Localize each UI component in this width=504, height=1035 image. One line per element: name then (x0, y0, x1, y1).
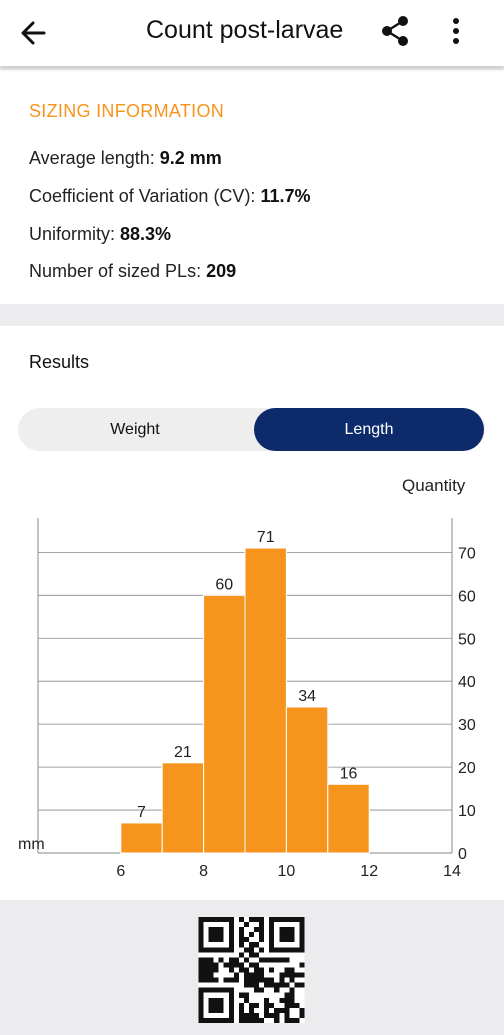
x-tick-label: 12 (360, 863, 378, 880)
average-length-row: Average length: 9.2 mm (29, 148, 222, 169)
cv-row: Coefficient of Variation (CV): 11.7% (29, 186, 310, 207)
average-length-value: 9.2 mm (159, 148, 222, 168)
sizing-information-card: SIZING INFORMATION Average length: 9.2 m… (0, 70, 504, 304)
sizing-heading: SIZING INFORMATION (29, 101, 225, 121)
y-tick-label: 60 (458, 588, 476, 605)
histogram-bar (120, 822, 163, 854)
x-axis-label: mm (18, 836, 45, 853)
length-histogram: 0 10 20 30 40 50 60 70 7 21 60 71 34 16 6 8 10 12 14 mm (18, 518, 476, 880)
x-tick-label: 8 (199, 863, 208, 880)
uniformity-value: 88.3% (120, 224, 172, 244)
more-vert-icon[interactable] (440, 13, 472, 49)
histogram-bar (161, 762, 205, 854)
y-axis-label: Quantity (402, 476, 466, 495)
sized-count-value: 209 (206, 261, 237, 281)
x-tick-label: 14 (443, 863, 461, 880)
length-option[interactable]: Length (254, 408, 484, 451)
histogram-bar (203, 594, 246, 854)
y-tick-label: 70 (458, 545, 476, 562)
qr-code[interactable] (198, 917, 305, 1023)
histogram-bar (285, 706, 329, 854)
arrow-left-icon[interactable] (14, 13, 54, 53)
sized-count-label: Number of sized PLs: (29, 261, 207, 281)
bar-value-label: 16 (340, 765, 358, 782)
app-bar: Count post-larvae (0, 0, 504, 66)
y-tick-label: 20 (458, 760, 476, 777)
bar-value-label: 7 (137, 804, 146, 821)
uniformity-label: Uniformity: (29, 224, 121, 244)
y-tick-label: 0 (458, 846, 467, 863)
uniformity-row: Uniformity: 88.3% (29, 224, 171, 245)
weight-length-toggle[interactable]: Weight Length (18, 408, 485, 451)
cv-label: Coefficient of Variation (CV): (29, 186, 261, 206)
bar-value-label: 21 (174, 744, 192, 761)
cv-value: 11.7% (260, 186, 311, 206)
share-icon[interactable] (378, 13, 414, 49)
results-heading: Results (29, 352, 90, 372)
x-tick-label: 10 (278, 863, 296, 880)
bar-value-label: 71 (257, 529, 275, 546)
histogram-bar (327, 783, 370, 854)
weight-option[interactable]: Weight (18, 408, 252, 451)
y-tick-label: 40 (458, 674, 476, 691)
results-card: Results Weight Length Quantity 0 10 20 30 40… (0, 326, 504, 900)
y-tick-label: 30 (458, 717, 476, 734)
page-title: Count post-larvae (146, 16, 344, 44)
y-tick-label: 50 (458, 631, 476, 648)
bar-value-label: 34 (298, 688, 316, 705)
histogram-bar (244, 547, 287, 854)
bar-value-label: 60 (215, 576, 233, 593)
sized-count-row: Number of sized PLs: 209 (29, 261, 236, 282)
x-tick-label: 6 (116, 863, 125, 880)
y-tick-label: 10 (458, 803, 476, 820)
average-length-label: Average length: (29, 148, 160, 168)
